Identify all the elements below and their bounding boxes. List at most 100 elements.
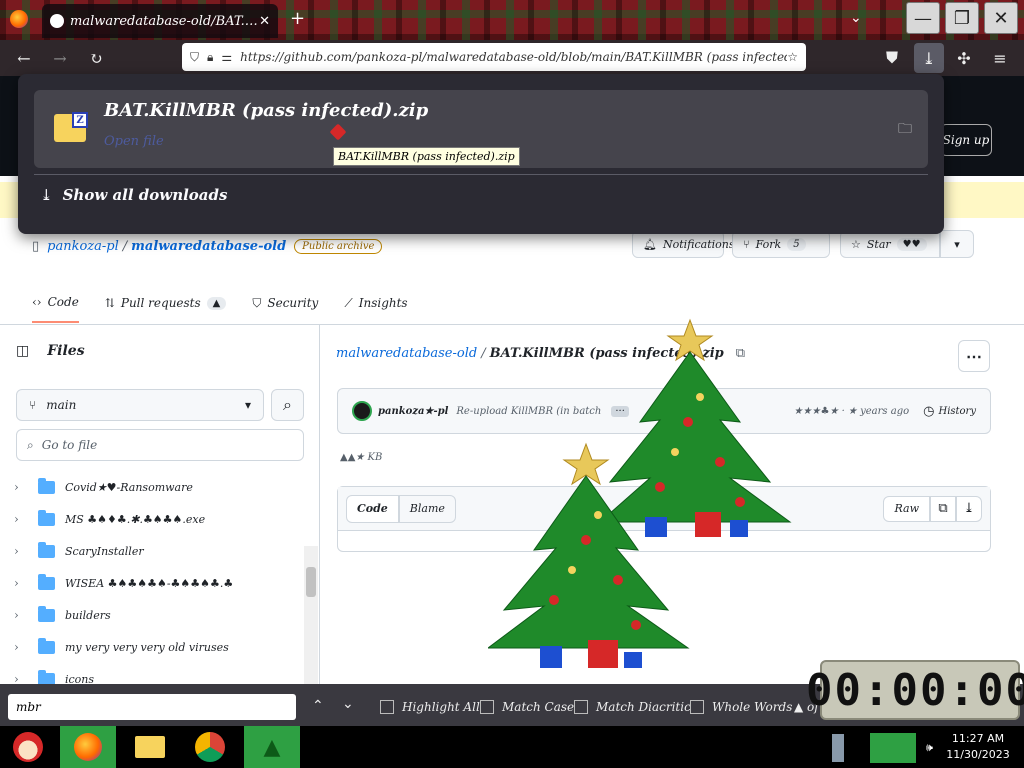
reload-icon[interactable]: ↻: [84, 46, 108, 70]
blame-view-tab[interactable]: Blame: [398, 494, 456, 523]
show-in-folder-icon[interactable]: 🗀: [898, 118, 912, 142]
panel-divider: [34, 174, 928, 175]
match-diacritics-option[interactable]: Match Diacritics: [574, 698, 697, 716]
maximize-button[interactable]: ❐: [945, 2, 979, 34]
star-dropdown-icon[interactable]: ▾: [940, 230, 974, 258]
file-explorer-icon[interactable]: [122, 726, 178, 768]
shield-icon[interactable]: ⛉: [190, 50, 199, 65]
taskbar-date: 11/30/2023: [946, 748, 1010, 761]
repo-separator: /: [122, 238, 128, 254]
chevron-right-icon: ›: [14, 576, 19, 590]
lock-icon[interactable]: 🔒︎: [207, 50, 213, 65]
tab-label: Security: [267, 296, 319, 310]
chevron-right-icon: ›: [14, 672, 19, 684]
url-text[interactable]: https://github.com/pankoza-pl/malwaredat…: [240, 50, 787, 64]
close-tab-icon[interactable]: ✕: [259, 14, 270, 29]
find-input[interactable]: mbr: [8, 694, 296, 720]
volume-icon[interactable]: 🕪︎: [926, 741, 933, 755]
avatar[interactable]: [352, 401, 372, 421]
find-next-icon[interactable]: ⌄: [342, 696, 354, 712]
start-santa-icon[interactable]: [0, 726, 56, 768]
commit-author[interactable]: pankoza★-pl: [378, 406, 448, 417]
tray-christmas-icon[interactable]: [870, 733, 916, 763]
close-window-button[interactable]: ✕: [984, 2, 1018, 34]
star-count: ♥♥: [896, 237, 927, 251]
filename-tooltip: BAT.KillMBR (pass infected).zip: [333, 147, 520, 166]
back-icon[interactable]: ←: [12, 46, 36, 70]
tree-item[interactable]: › my very very very old viruses: [14, 631, 304, 663]
fork-button[interactable]: ⑂ Fork 5: [732, 230, 830, 258]
tree-item[interactable]: › icons: [14, 663, 304, 684]
notifications-button[interactable]: 🔔︎ Notifications: [632, 230, 735, 258]
breadcrumb-repo-link[interactable]: malwaredatabase-old: [336, 346, 477, 361]
download-raw-icon[interactable]: ⤓: [956, 495, 982, 522]
raw-button[interactable]: Raw: [883, 495, 930, 522]
sidebar-scroll-thumb[interactable]: [306, 567, 316, 597]
option-label: Match Diacritics: [596, 700, 697, 714]
search-icon: ⌕: [27, 437, 34, 452]
history-link[interactable]: History: [938, 406, 976, 417]
tree-item[interactable]: › WISEA ♣♠♣♠♣♠-♣♠♣♠♣.♣: [14, 567, 304, 599]
checkbox[interactable]: [380, 700, 394, 714]
folder-icon: [38, 509, 55, 526]
list-tabs-icon[interactable]: ⌄: [850, 10, 862, 26]
highlight-all-option[interactable]: Highlight All: [380, 698, 480, 716]
repo-name-link[interactable]: malwaredatabase-old: [131, 239, 286, 254]
show-all-downloads-button[interactable]: ⤓ Show all downloads: [40, 186, 227, 204]
star-label: Star: [866, 237, 891, 251]
find-previous-icon[interactable]: ⌃: [312, 698, 324, 714]
new-tab-icon[interactable]: +: [290, 8, 305, 29]
firefox-icon[interactable]: [10, 10, 28, 28]
permissions-icon[interactable]: ⚌: [221, 50, 232, 64]
browser-tab[interactable]: malwaredatabase-old/BAT.KillMBR ✕: [42, 4, 278, 38]
system-tray: 🕪︎: [832, 728, 933, 768]
tree-item-label: WISEA ♣♠♣♠♣♠-♣♠♣♠♣.♣: [65, 576, 234, 590]
tab-security[interactable]: ⛉ Security: [252, 283, 318, 323]
tab-label: Pull requests: [120, 296, 201, 310]
christmas-tree-app-icon[interactable]: ▲: [244, 726, 300, 768]
code-icon: ‹›: [32, 295, 42, 309]
star-button[interactable]: ☆ Star ♥♥: [840, 230, 940, 258]
tray-app-icon[interactable]: [832, 734, 844, 762]
more-options-button[interactable]: ⋯: [958, 340, 990, 372]
forward-icon[interactable]: →: [48, 46, 72, 70]
menu-icon[interactable]: ≡: [988, 46, 1012, 70]
url-bar[interactable]: ⛉ 🔒︎ ⚌ https://github.com/pankoza-pl/mal…: [182, 43, 806, 71]
checkbox[interactable]: [690, 700, 704, 714]
branch-selector[interactable]: ⑂ main ▾: [16, 389, 264, 421]
tree-item-label: builders: [65, 608, 111, 622]
minimize-button[interactable]: —: [906, 2, 940, 34]
christmas-tree-decoration-2: [488, 442, 690, 668]
extensions-icon[interactable]: ✣: [952, 46, 976, 70]
code-view-tab[interactable]: Code: [346, 494, 399, 523]
repo-owner-link[interactable]: pankoza-pl: [47, 239, 119, 254]
folder-icon: [38, 637, 55, 654]
checkbox[interactable]: [574, 700, 588, 714]
tab-code[interactable]: ‹› Code: [32, 283, 79, 323]
firefox-taskbar-icon[interactable]: [60, 726, 116, 768]
go-to-file-input[interactable]: ⌕ Go to file: [16, 429, 304, 461]
collapse-sidebar-icon[interactable]: ◫: [16, 343, 29, 359]
tree-item[interactable]: › Covid★♥-Ransomware: [14, 471, 304, 503]
copy-raw-icon[interactable]: ⧉: [930, 495, 956, 522]
tree-item[interactable]: › builders: [14, 599, 304, 631]
taskbar-clock[interactable]: 11:27 AM 11/30/2023: [944, 731, 1012, 763]
commit-message[interactable]: Re-upload KillMBR (in batch: [456, 406, 601, 417]
tree-item[interactable]: › ScaryInstaller: [14, 535, 304, 567]
chrome-icon[interactable]: [182, 726, 238, 768]
sidebar-title: Files: [47, 343, 85, 359]
fork-label: Fork: [755, 237, 782, 251]
pocket-icon[interactable]: ⛊: [880, 46, 904, 70]
bookmark-star-icon[interactable]: ☆: [787, 50, 798, 64]
match-case-option[interactable]: Match Case: [480, 698, 574, 716]
search-button[interactable]: ⌕: [271, 389, 304, 421]
downloads-icon[interactable]: ⤓: [914, 43, 944, 73]
option-label: Match Case: [502, 700, 575, 714]
whole-words-option[interactable]: Whole Words: [690, 698, 792, 716]
tree-item[interactable]: › MS ♣♠♦♣.✱.♣♠♣♠.exe: [14, 503, 304, 535]
repo-icon: ▯: [32, 238, 40, 254]
sign-up-button[interactable]: Sign up: [940, 124, 992, 156]
tab-insights[interactable]: ⟋ Insights: [344, 283, 407, 323]
tab-pull-requests[interactable]: ⇅ Pull requests ▲: [105, 283, 227, 323]
checkbox[interactable]: [480, 700, 494, 714]
